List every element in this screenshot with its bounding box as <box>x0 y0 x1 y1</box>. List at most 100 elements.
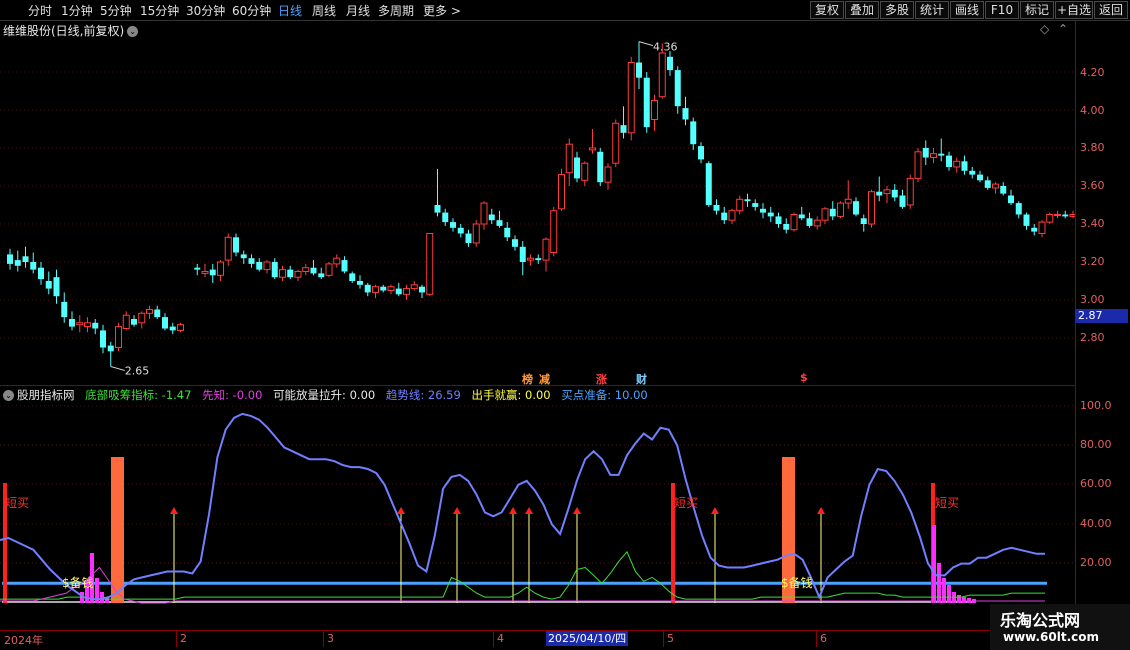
candle-body-down <box>341 260 348 272</box>
x-tick-label: 6 <box>820 632 827 645</box>
up-arrow-icon <box>573 507 581 514</box>
ind-y-tick: 20.00 <box>1080 556 1112 569</box>
candle-body-down <box>698 146 704 160</box>
ind-y-tick: 100.0 <box>1080 399 1112 412</box>
candle-body-down <box>922 148 929 158</box>
up-arrow-icon <box>525 507 533 514</box>
candle-body-up <box>217 261 224 276</box>
x-tick-label: 2 <box>180 632 187 645</box>
candle-body-down <box>1023 214 1030 226</box>
x-tick-label: 4 <box>497 632 504 645</box>
y-tick-label: 4.20 <box>1080 66 1105 79</box>
candle-body-down <box>496 220 503 226</box>
prophet-line <box>0 566 1045 604</box>
low-pointer <box>110 366 125 371</box>
candle-body-up <box>294 271 302 278</box>
candle-body-up <box>403 288 410 295</box>
candle-body-down <box>434 205 441 213</box>
ind-y-tick: 40.00 <box>1080 517 1112 530</box>
candle-body-down <box>271 262 278 278</box>
candle-body-down <box>209 269 216 276</box>
histogram-bar <box>947 585 951 603</box>
y-tick-label: 3.00 <box>1080 293 1105 306</box>
candle-body-down <box>395 288 402 295</box>
candle-body-down <box>667 56 673 71</box>
candle-body-down <box>357 281 363 285</box>
candle-body-down <box>22 256 29 262</box>
candle-body-down <box>860 218 867 224</box>
candle-body-up <box>844 198 852 204</box>
back-button[interactable]: 返回 <box>1094 1 1128 19</box>
watermark-title: 乐淘公式网 <box>1000 611 1081 630</box>
candle-body-up <box>426 233 434 295</box>
candle-body-down <box>783 224 790 230</box>
candle-body-down <box>53 277 60 297</box>
high-pointer <box>638 41 654 47</box>
candle-body-down <box>364 284 371 293</box>
y-tick-label: 2.80 <box>1080 331 1105 344</box>
candle-body-down <box>829 208 836 217</box>
up-arrow-icon <box>711 507 719 514</box>
bottom-absorb-line <box>0 550 1045 600</box>
candle-body-down <box>169 326 176 331</box>
candle-body-down <box>442 212 449 223</box>
short-buy-label: 短买 <box>935 496 959 510</box>
candle-body-up <box>790 214 798 231</box>
reserve-label: $备钱 <box>62 575 94 590</box>
candle-body-down <box>806 218 813 226</box>
candle-body-down <box>100 330 106 348</box>
candle-body-down <box>450 222 456 228</box>
candle-body-up <box>1069 214 1075 217</box>
candle-body-down <box>256 262 263 270</box>
candle-body-up <box>565 143 573 174</box>
candle-body-down <box>938 153 945 156</box>
x-tick-label: 3 <box>327 632 334 645</box>
candle-body-up <box>76 322 84 326</box>
candle-body-down <box>977 174 983 181</box>
histogram-bar <box>942 578 946 603</box>
candle-body-down <box>643 77 650 128</box>
current-price-tag: 2.87 <box>1075 309 1128 323</box>
candle-body-up <box>906 177 914 206</box>
high-label: 4.36 <box>653 41 678 54</box>
candle-body-down <box>38 267 44 280</box>
up-arrow-icon <box>453 507 461 514</box>
price-chart[interactable]: 4.36 2.65 短买 短买 短买 $备钱 $备钱 <box>0 0 1075 630</box>
x-tick-label: 2024年 <box>4 634 43 647</box>
candle-body-down <box>45 281 52 289</box>
reserve-label: $备钱 <box>781 575 813 590</box>
candle-body-down <box>7 254 13 264</box>
candle-body-up <box>953 160 961 168</box>
candle-body-up <box>1046 214 1054 223</box>
candle-body-down <box>721 212 728 221</box>
candle-body-down <box>233 237 239 253</box>
candle-body-down <box>318 273 325 278</box>
candle-body-down <box>574 157 580 179</box>
candle-body-up <box>122 314 130 330</box>
up-arrow-icon <box>817 507 825 514</box>
candle-body-up <box>914 151 922 179</box>
candle-body-up <box>604 166 612 183</box>
candle-body-up <box>542 238 550 261</box>
candle-body-down <box>969 170 976 175</box>
candle-body-down <box>705 163 712 205</box>
x-tick <box>816 631 817 647</box>
candle-body-down <box>519 246 526 262</box>
candle-body-up <box>627 62 635 134</box>
up-arrow-icon <box>397 507 405 514</box>
y-axis-line <box>1075 20 1076 630</box>
candle-body-up <box>550 210 558 253</box>
candle-body-down <box>713 205 720 211</box>
candle-body-up <box>527 257 534 261</box>
candle-body-down <box>946 155 952 167</box>
candle-body-up <box>868 191 875 225</box>
candle-body-up <box>837 202 844 217</box>
candle-body-up <box>1054 214 1061 216</box>
candle-body-down <box>899 195 906 207</box>
candle-body-down <box>853 201 859 215</box>
candle-body-up <box>883 189 891 195</box>
candle-body-down <box>961 161 968 171</box>
candle-body-down <box>162 317 168 329</box>
x-tick <box>663 631 664 647</box>
short-buy-label: 短买 <box>674 496 698 510</box>
